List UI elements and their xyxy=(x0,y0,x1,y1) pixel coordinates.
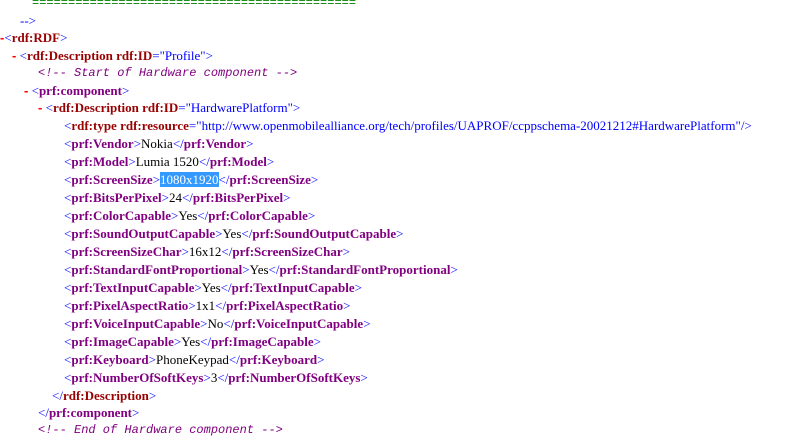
property-close-tag: prf:VoiceInputCapable xyxy=(234,316,364,331)
property-line: <prf:ScreenSizeChar>16x12</prf:ScreenSiz… xyxy=(64,244,350,259)
profile-description-line: - <rdf:Description rdf:ID="Profile"> xyxy=(12,48,213,63)
property-line: <prf:SoundOutputCapable>Yes</prf:SoundOu… xyxy=(64,226,404,241)
property-value: Yes xyxy=(201,280,221,295)
property-close-tag: prf:SoundOutputCapable xyxy=(252,226,397,241)
property-line: <prf:NumberOfSoftKeys>3</prf:NumberOfSof… xyxy=(64,370,368,385)
property-line: <prf:VoiceInputCapable>No</prf:VoiceInpu… xyxy=(64,316,371,331)
property-close-tag: prf:TextInputCapable xyxy=(231,280,355,295)
property-line: <prf:ColorCapable>Yes</prf:ColorCapable> xyxy=(64,208,316,223)
property-open-tag: prf:SoundOutputCapable xyxy=(71,226,216,241)
resource-url: http://www.openmobilealliance.org/tech/p… xyxy=(201,118,736,133)
property-open-tag: prf:BitsPerPixel xyxy=(71,190,162,205)
property-close-tag: prf:StandardFontProportional xyxy=(279,262,451,277)
comment-start: <!-- Start of Hardware component --> xyxy=(38,66,298,80)
property-line: <prf:TextInputCapable>Yes</prf:TextInput… xyxy=(64,280,362,295)
property-line: <prf:PixelAspectRatio>1x1</prf:PixelAspe… xyxy=(64,298,351,313)
property-close-tag: prf:Model xyxy=(209,154,267,169)
collapse-toggle-hardware[interactable]: - xyxy=(38,100,42,115)
property-open-tag: prf:ScreenSizeChar xyxy=(71,244,182,259)
property-line: <prf:Vendor>Nokia</prf:Vendor> xyxy=(64,136,254,151)
property-value: Nokia xyxy=(141,136,173,151)
property-value: Lumia 1520 xyxy=(135,154,199,169)
property-open-tag: prf:PixelAspectRatio xyxy=(71,298,189,313)
property-value: Yes xyxy=(222,226,242,241)
hardware-description-line: - <rdf:Description rdf:ID="HardwarePlatf… xyxy=(38,100,301,115)
property-value: 24 xyxy=(168,190,182,205)
property-value: Yes xyxy=(181,334,201,349)
property-line: <prf:ImageCapable>Yes</prf:ImageCapable> xyxy=(64,334,321,349)
property-close-tag: prf:Vendor xyxy=(183,136,247,151)
component-close: </prf:component> xyxy=(38,405,140,420)
property-open-tag: prf:Model xyxy=(71,154,129,169)
comment-separator: ========================================… xyxy=(32,0,356,12)
property-close-tag: prf:BitsPerPixel xyxy=(192,190,284,205)
property-close-tag: prf:ScreenSizeChar xyxy=(232,244,343,259)
property-line: <prf:Keyboard>PhoneKeypad</prf:Keyboard> xyxy=(64,352,325,367)
property-open-tag: prf:ImageCapable xyxy=(71,334,174,349)
property-value: 16x12 xyxy=(188,244,222,259)
rdf-root-line: -<rdf:RDF> xyxy=(0,30,68,45)
property-close-tag: prf:ImageCapable xyxy=(211,334,314,349)
property-value: 1x1 xyxy=(195,298,216,313)
property-open-tag: prf:StandardFontProportional xyxy=(71,262,243,277)
property-line: <prf:BitsPerPixel>24</prf:BitsPerPixel> xyxy=(64,190,291,205)
selected-value: 1080x1920 xyxy=(160,172,219,187)
property-line: <prf:Model>Lumia 1520</prf:Model> xyxy=(64,154,275,169)
property-open-tag: prf:ScreenSize xyxy=(71,172,153,187)
property-close-tag: prf:ColorCapable xyxy=(208,208,308,223)
property-close-tag: prf:ScreenSize xyxy=(229,172,311,187)
property-open-tag: prf:TextInputCapable xyxy=(71,280,195,295)
property-value: Yes xyxy=(178,208,198,223)
property-close-tag: prf:Keyboard xyxy=(239,352,318,367)
property-value: No xyxy=(207,316,224,331)
property-value: PhoneKeypad xyxy=(155,352,229,367)
property-value: Yes xyxy=(249,262,269,277)
property-open-tag: prf:Keyboard xyxy=(71,352,149,367)
property-line: <prf:ScreenSize>1080x1920</prf:ScreenSiz… xyxy=(64,172,319,187)
comment-end: <!-- End of Hardware component --> xyxy=(38,423,283,437)
comment-close-text: --> xyxy=(20,13,36,28)
rdf-root-tag: rdf:RDF xyxy=(11,30,61,45)
collapse-toggle-component[interactable]: - xyxy=(24,83,28,98)
component-line: - <prf:component> xyxy=(24,83,130,98)
comment-separator-text: ========================================… xyxy=(32,0,357,10)
property-line: <prf:StandardFontProportional>Yes</prf:S… xyxy=(64,262,458,277)
property-open-tag: prf:Vendor xyxy=(71,136,134,151)
property-open-tag: prf:NumberOfSoftKeys xyxy=(71,370,204,385)
property-close-tag: prf:NumberOfSoftKeys xyxy=(228,370,361,385)
property-close-tag: prf:PixelAspectRatio xyxy=(226,298,344,313)
property-open-tag: prf:ColorCapable xyxy=(71,208,172,223)
hardware-description-close: </rdf:Description> xyxy=(52,388,157,403)
collapse-toggle-profile[interactable]: - xyxy=(12,48,16,63)
property-open-tag: prf:VoiceInputCapable xyxy=(71,316,201,331)
comment-close: --> xyxy=(20,12,36,30)
rdf-type-line: <rdf:type rdf:resource="http://www.openm… xyxy=(64,118,752,133)
